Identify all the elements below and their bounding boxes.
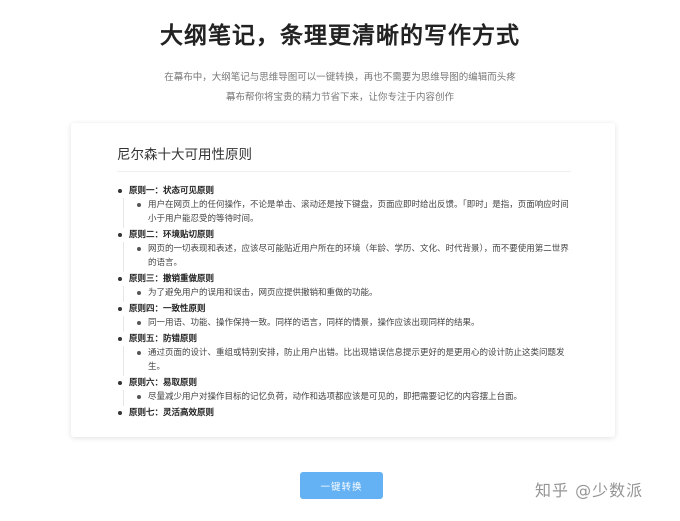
bullet-dot-icon[interactable]	[137, 351, 141, 355]
principle-heading: 原则一：状态可见原则	[129, 186, 215, 196]
outline-node: 原则一：状态可见原则 用户在网页上的任何操作，不论是单击、滚动还是按下键盘，页面…	[111, 184, 573, 228]
bullet-dot-icon[interactable]	[118, 189, 122, 193]
hero-title: 大纲笔记，条理更清晰的写作方式	[160, 23, 520, 49]
outline-title[interactable]: 尼尔森十大可用性原则	[117, 143, 252, 163]
outline-card: 尼尔森十大可用性原则 原则一：状态可见原则 用户在网页上的任何操作，不论是单击、…	[71, 123, 615, 437]
bullet-dot-icon[interactable]	[137, 291, 141, 295]
outline-node: 原则四：一致性原则 同一用语、功能、操作保持一致。同样的语言，同样的情景，操作应…	[111, 302, 573, 332]
outline-node-body[interactable]: 为了避免用户的误用和误击，网页应提供撤销和重做的功能。	[123, 286, 573, 302]
principle-description: 同一用语、功能、操作保持一致。同样的语言，同样的情景，操作应该出现同样的结果。	[148, 318, 480, 328]
outline-node-head[interactable]: 原则一：状态可见原则	[111, 184, 573, 198]
outline-node: 原则六：易取原则 尽量减少用户对操作目标的记忆负荷，动作和选项都应该是可见的，即…	[111, 376, 573, 406]
principle-heading: 原则二：环境贴切原则	[129, 230, 215, 240]
bullet-dot-icon[interactable]	[137, 203, 141, 207]
hero-subtitle-line-1: 在幕布中，大纲笔记与思维导图可以一键转换，再也不需要为思维导图的编辑而头疼	[164, 72, 516, 83]
bullet-dot-icon[interactable]	[137, 395, 141, 399]
title-divider	[117, 171, 571, 172]
principle-heading: 原则三：撤销重做原则	[129, 274, 215, 284]
principle-heading: 原则七：灵活高效原则	[129, 408, 215, 418]
outline-node-head[interactable]: 原则六：易取原则	[111, 376, 573, 390]
hero-subtitle: 在幕布中，大纲笔记与思维导图可以一键转换，再也不需要为思维导图的编辑而头疼 幕布…	[0, 68, 680, 108]
outline-node-head[interactable]: 原则三：撤销重做原则	[111, 272, 573, 286]
bullet-dot-icon[interactable]	[118, 233, 122, 237]
principle-description: 尽量减少用户对操作目标的记忆负荷，动作和选项都应该是可见的，即把需要记忆的内容摆…	[148, 392, 523, 402]
principle-description: 网页的一切表现和表述，应该尽可能贴近用户所在的环境（年龄、学历、文化、时代背景）…	[148, 244, 569, 268]
outline-node: 原则三：撤销重做原则 为了避免用户的误用和误击，网页应提供撤销和重做的功能。	[111, 272, 573, 302]
outline-node: 原则七：灵活高效原则	[111, 406, 573, 420]
convert-button[interactable]: 一键转换	[300, 472, 383, 499]
outline-node-head[interactable]: 原则二：环境贴切原则	[111, 228, 573, 242]
outline-node-body[interactable]: 同一用语、功能、操作保持一致。同样的语言，同样的情景，操作应该出现同样的结果。	[123, 316, 573, 332]
outline-node: 原则五：防错原则 通过页面的设计、重组或特别安排，防止用户出错。比出现错误信息提…	[111, 332, 573, 376]
principle-description: 为了避免用户的误用和误击，网页应提供撤销和重做的功能。	[148, 288, 378, 298]
principle-heading: 原则五：防错原则	[129, 334, 198, 344]
outline-node-head[interactable]: 原则四：一致性原则	[111, 302, 573, 316]
outline-node-body[interactable]: 通过页面的设计、重组或特别安排，防止用户出错。比出现错误信息提示更好的是更用心的…	[123, 346, 573, 376]
zhihu-watermark: 知乎 @少数派	[535, 481, 644, 500]
outline-node-body[interactable]: 用户在网页上的任何操作，不论是单击、滚动还是按下键盘，页面应即时给出反馈。「即时…	[123, 198, 573, 228]
principle-heading: 原则四：一致性原则	[129, 304, 206, 314]
bullet-dot-icon[interactable]	[118, 337, 122, 341]
bullet-dot-icon[interactable]	[137, 247, 141, 251]
page: 大纲笔记，条理更清晰的写作方式 在幕布中，大纲笔记与思维导图可以一键转换，再也不…	[0, 0, 680, 521]
outline-node-head[interactable]: 原则五：防错原则	[111, 332, 573, 346]
outline-node-head[interactable]: 原则七：灵活高效原则	[111, 406, 573, 420]
bullet-dot-icon[interactable]	[118, 307, 122, 311]
outline-list: 原则一：状态可见原则 用户在网页上的任何操作，不论是单击、滚动还是按下键盘，页面…	[111, 184, 573, 420]
hero-subtitle-line-2: 幕布帮你将宝贵的精力节省下来，让你专注于内容创作	[225, 92, 454, 103]
bullet-dot-icon[interactable]	[118, 277, 122, 281]
outline-node: 原则二：环境贴切原则 网页的一切表现和表述，应该尽可能贴近用户所在的环境（年龄、…	[111, 228, 573, 272]
outline-node-body[interactable]: 尽量减少用户对操作目标的记忆负荷，动作和选项都应该是可见的，即把需要记忆的内容摆…	[123, 390, 573, 406]
principle-description: 通过页面的设计、重组或特别安排，防止用户出错。比出现错误信息提示更好的是更用心的…	[148, 348, 565, 372]
bullet-dot-icon[interactable]	[137, 321, 141, 325]
outline-node-body[interactable]: 网页的一切表现和表述，应该尽可能贴近用户所在的环境（年龄、学历、文化、时代背景）…	[123, 242, 573, 272]
principle-heading: 原则六：易取原则	[129, 378, 198, 388]
bullet-dot-icon[interactable]	[118, 411, 122, 415]
principle-description: 用户在网页上的任何操作，不论是单击、滚动还是按下键盘，页面应即时给出反馈。「即时…	[148, 200, 569, 224]
bullet-dot-icon[interactable]	[118, 381, 122, 385]
